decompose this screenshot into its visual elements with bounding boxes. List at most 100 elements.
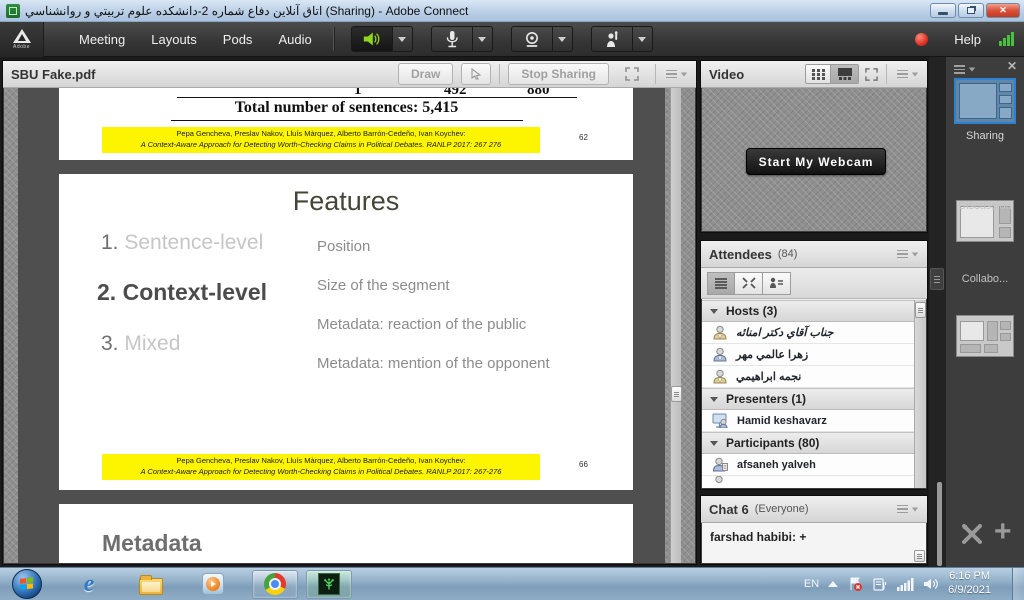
start-button[interactable] xyxy=(4,570,50,599)
chat-pod-menu-button[interactable] xyxy=(897,503,919,516)
minimize-button[interactable] xyxy=(930,3,956,18)
share-pod-title: SBU Fake.pdf xyxy=(11,67,96,82)
slide-list-item-2: 2. Context-level xyxy=(97,279,267,306)
attendee-name: زهرا عالمي مهر xyxy=(736,348,808,361)
attendee-row[interactable]: نجمه ابراهيمي xyxy=(702,366,926,388)
video-pod-body: Start My Webcam xyxy=(702,88,926,231)
share-scrollbar-handle[interactable] xyxy=(671,386,682,402)
taskbar-explorer-button[interactable] xyxy=(128,570,174,599)
attendees-pod-header: Attendees (84) xyxy=(701,241,927,268)
layout-discussion-label[interactable]: Discussion xyxy=(946,200,1024,212)
show-desktop-button[interactable] xyxy=(1012,568,1024,600)
feature-item: Metadata: mention of the opponent xyxy=(317,355,550,372)
webcam-dropdown[interactable] xyxy=(553,26,573,52)
sidebar-close-icon[interactable]: ✕ xyxy=(1007,59,1017,73)
share-pod-header: SBU Fake.pdf Draw Stop Sharing xyxy=(3,61,696,88)
video-filmstrip-view-button[interactable] xyxy=(830,65,858,83)
attendee-row[interactable]: جناب آقاي دكتر امنائه xyxy=(702,322,926,344)
chat-pod: Chat 6 (Everyone) farshad habibi: + xyxy=(700,495,928,565)
video-pod-menu-button[interactable] xyxy=(897,68,919,81)
layout-sharing-thumbnail[interactable] xyxy=(954,78,1016,124)
attendees-pod-title: Attendees xyxy=(709,247,772,262)
layout-collaboration-label[interactable]: Collabo... xyxy=(946,273,1024,285)
layout-collaboration-thumbnail[interactable] xyxy=(956,315,1014,357)
layout-tools-icon[interactable] xyxy=(960,522,984,546)
share-pod-menu-button[interactable] xyxy=(666,68,688,81)
share-pod: SBU Fake.pdf Draw Stop Sharing xyxy=(2,60,697,565)
document-viewport: 1 492 880 Total number of sentences: 5,4… xyxy=(18,88,665,563)
minimize-icon xyxy=(938,12,948,15)
sidebar-collapse-handle[interactable] xyxy=(930,268,944,290)
attendees-scrollbar-handle[interactable] xyxy=(915,302,926,318)
menu-audio[interactable]: Audio xyxy=(265,23,324,56)
restore-button[interactable] xyxy=(958,3,984,18)
attendee-row[interactable]: زهرا عالمي مهر xyxy=(702,344,926,366)
speaker-dropdown[interactable] xyxy=(393,26,413,52)
group-header-presenters[interactable]: Presenters (1) xyxy=(702,388,926,410)
chat-scrollbar-handle[interactable] xyxy=(914,550,925,562)
citation-highlight: Pepa Gencheva, Preslav Nakov, Lluís Màrq… xyxy=(102,127,540,153)
stop-sharing-button[interactable]: Stop Sharing xyxy=(508,63,609,85)
fullscreen-button[interactable] xyxy=(617,63,647,85)
restore-icon xyxy=(967,7,975,14)
microphone-dropdown[interactable] xyxy=(473,26,493,52)
clock-date: 6/9/2021 xyxy=(948,584,991,598)
volume-icon[interactable] xyxy=(923,577,939,591)
menu-pods[interactable]: Pods xyxy=(210,23,266,56)
pointer-tool-button[interactable] xyxy=(461,63,491,85)
video-pod-title: Video xyxy=(709,67,744,82)
attendees-pod: Attendees (84) Hosts (3) xyxy=(700,240,928,490)
help-menu[interactable]: Help xyxy=(954,32,981,47)
participant-attendee-icon xyxy=(712,476,729,488)
video-grid-view-button[interactable] xyxy=(806,65,830,83)
start-webcam-button[interactable]: Start My Webcam xyxy=(746,148,886,175)
citation-line2: A Context-Aware Approach for Detecting W… xyxy=(106,467,536,478)
citation-line1: Pepa Gencheva, Preslav Nakov, Lluís Màrq… xyxy=(106,129,536,140)
attendee-status-view-button[interactable] xyxy=(763,272,791,295)
collapse-caret-icon xyxy=(710,441,718,446)
attendees-scrollbar[interactable] xyxy=(914,300,926,488)
attendee-list-view-button[interactable] xyxy=(707,272,735,295)
layout-sharing-label[interactable]: Sharing xyxy=(946,130,1024,142)
record-indicator-icon[interactable] xyxy=(915,33,928,46)
attendees-pod-menu-button[interactable] xyxy=(897,248,919,261)
action-center-flag-icon[interactable] xyxy=(847,576,863,592)
slide-page-features: Features 1. Sentence-level 2. Context-le… xyxy=(59,174,633,490)
breakout-view-button[interactable] xyxy=(735,272,763,295)
attendees-list: Hosts (3) جناب آقاي دكتر امنائه زهرا عال… xyxy=(702,300,926,488)
chat-body[interactable]: farshad habibi: + xyxy=(702,523,926,563)
close-button[interactable]: ✕ xyxy=(986,3,1020,18)
taskbar-media-player-button[interactable] xyxy=(190,570,236,599)
connection-status-icon[interactable] xyxy=(999,32,1014,46)
raise-hand-dropdown[interactable] xyxy=(633,26,653,52)
attendee-row[interactable]: afsaneh yalveh xyxy=(702,454,926,476)
draw-button[interactable]: Draw xyxy=(398,63,453,85)
taskbar-connect-button[interactable] xyxy=(306,570,352,599)
microphone-button[interactable] xyxy=(431,26,473,52)
slide-page-number: 62 xyxy=(579,133,588,142)
attendee-row[interactable]: Hamid keshavarz xyxy=(702,410,926,432)
video-fullscreen-icon[interactable] xyxy=(865,68,878,81)
power-plug-icon[interactable] xyxy=(872,576,888,592)
taskbar-ie-button[interactable]: e xyxy=(66,570,112,599)
speaker-button[interactable] xyxy=(351,26,393,52)
group-header-participants[interactable]: Participants (80) xyxy=(702,432,926,454)
column-scrollbar[interactable] xyxy=(937,482,942,566)
chrome-icon xyxy=(264,573,286,595)
menu-meeting[interactable]: Meeting xyxy=(66,23,138,56)
share-scrollbar[interactable] xyxy=(670,88,681,563)
breakout-view-icon xyxy=(742,277,756,289)
network-signal-icon[interactable] xyxy=(897,577,914,591)
show-hidden-icons-button[interactable] xyxy=(828,581,838,587)
group-header-hosts[interactable]: Hosts (3) xyxy=(702,300,926,322)
menu-layouts[interactable]: Layouts xyxy=(138,23,210,56)
attendee-row-partial[interactable] xyxy=(702,476,926,488)
language-indicator[interactable]: EN xyxy=(804,578,819,590)
raise-hand-button[interactable] xyxy=(591,26,633,52)
add-layout-icon[interactable]: + xyxy=(994,515,1012,549)
layout-sidebar: ✕ Sharing Discussion Collabo... + xyxy=(946,57,1024,567)
taskbar-clock[interactable]: 6:16 PM 6/9/2021 xyxy=(948,570,991,598)
taskbar-chrome-button[interactable] xyxy=(252,570,298,599)
webcam-button[interactable] xyxy=(511,26,553,52)
sidebar-menu-button[interactable] xyxy=(954,63,976,76)
